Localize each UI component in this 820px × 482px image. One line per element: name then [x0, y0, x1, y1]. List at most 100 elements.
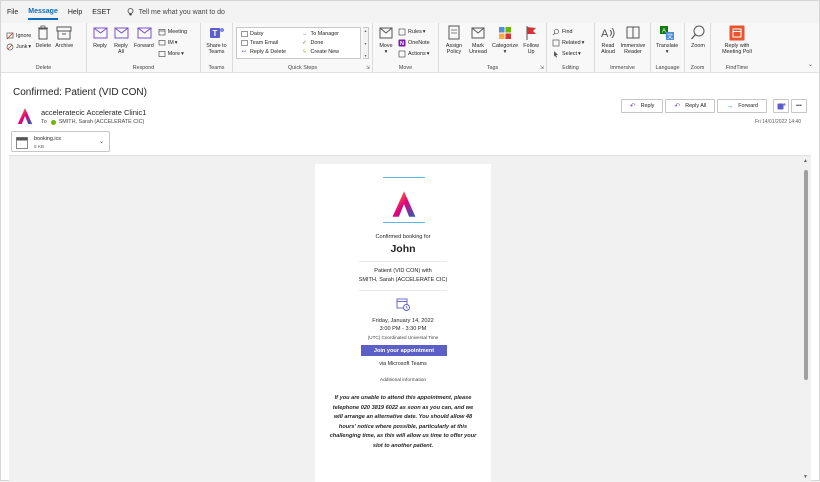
calendar-icon: [158, 28, 166, 36]
related-button[interactable]: Related ▾: [552, 38, 584, 47]
zoom-button[interactable]: Zoom: [690, 25, 706, 49]
rules-label: Rules: [408, 28, 422, 35]
chevron-down-icon[interactable]: ⌄: [99, 138, 104, 145]
tab-eset[interactable]: ESET: [92, 6, 110, 19]
envelope-icon: [240, 30, 248, 38]
quick-steps-scroll[interactable]: ▴ ▾ ▾: [363, 27, 369, 59]
attachment-booking-ics[interactable]: booking.ics 5 KB ⌄: [11, 131, 110, 152]
quick-step-to-manager[interactable]: → To Manager: [301, 29, 358, 38]
group-label-delete: Delete: [35, 65, 52, 71]
quick-step-create-new[interactable]: ϟ Create New: [301, 48, 358, 57]
find-button[interactable]: Find: [552, 27, 584, 36]
reply-all-arrow-icon: ↶: [674, 103, 681, 110]
read-aloud-label: Read Aloud: [601, 43, 615, 55]
junk-button[interactable]: Junk ▾: [6, 42, 31, 51]
rules-button[interactable]: Rules ▾: [398, 27, 430, 36]
recipient-name[interactable]: SMITH, Sarah (ACCELERATE CIC): [59, 119, 145, 125]
group-label-teams: Teams: [208, 65, 225, 71]
related-label: Related: [562, 39, 581, 46]
recipient-line: To SMITH, Sarah (ACCELERATE CIC): [41, 119, 144, 125]
name-divider: [359, 261, 447, 262]
via-teams-label: via Microsoft Teams: [379, 361, 427, 367]
actions-label: Actions: [408, 50, 426, 57]
calendar-clock-icon: [396, 298, 410, 311]
tags-launcher-icon[interactable]: ⇲: [540, 65, 544, 71]
translate-button[interactable]: A文 Translate ▾: [656, 25, 678, 55]
select-button[interactable]: Select ▾: [552, 49, 584, 58]
presence-dot-icon: [50, 119, 56, 125]
mark-unread-button[interactable]: Mark Unread: [468, 25, 488, 55]
read-aloud-button[interactable]: A Read Aloud: [600, 25, 616, 55]
scroll-thumb[interactable]: [804, 170, 808, 380]
more-actions-button[interactable]: •••: [791, 99, 807, 113]
quick-step-done-label: Done: [310, 39, 324, 46]
magnifier-icon: [690, 25, 706, 41]
confirmed-label: Confirmed booking for: [375, 234, 431, 240]
accelerate-logo-icon: [392, 191, 416, 217]
quick-steps-launcher-icon[interactable]: ⇲: [366, 65, 370, 71]
junk-label: Junk: [16, 43, 28, 50]
quick-step-team-email[interactable]: Team Email: [240, 38, 297, 47]
actions-button[interactable]: Actions ▾: [398, 49, 430, 58]
quick-step-team-email-label: Team Email: [250, 39, 279, 46]
share-to-teams-button[interactable]: T Share to Teams: [206, 25, 227, 55]
categorize-button[interactable]: Categorize ▾: [492, 25, 518, 55]
tab-file[interactable]: File: [7, 6, 18, 19]
follow-up-button[interactable]: Follow Up: [522, 25, 540, 55]
delete-button[interactable]: Delete: [35, 25, 51, 49]
im-button[interactable]: IM ▾: [158, 38, 187, 47]
immersive-reader-button[interactable]: Immersive Reader: [620, 25, 646, 55]
move-button[interactable]: Move ▾: [378, 25, 394, 55]
sender-logo-icon: [17, 108, 33, 124]
meeting-label: Meeting: [167, 28, 187, 35]
appointment-date: Friday, January 14, 2022: [372, 318, 434, 324]
more-respond-button[interactable]: More ▾: [158, 49, 187, 58]
reply-with-meeting-poll-button[interactable]: Reply with Meeting Poll: [716, 25, 758, 55]
teams-action-button[interactable]: [773, 99, 789, 113]
quick-step-to-manager-label: To Manager: [310, 30, 339, 37]
tab-message[interactable]: Message: [28, 5, 58, 20]
join-appointment-button[interactable]: Join your appointment: [361, 345, 447, 356]
service-divider: [359, 290, 447, 291]
additional-info-heading: Additional information: [379, 378, 427, 383]
body-scrollbar[interactable]: ▲ ▼: [801, 156, 811, 482]
actions-icon: [398, 50, 406, 58]
scroll-down-icon[interactable]: ▼: [803, 474, 808, 480]
quick-step-daisy[interactable]: Daisy: [240, 29, 297, 38]
forward-action-label: Forward: [738, 103, 758, 109]
scroll-up-icon[interactable]: ▲: [803, 158, 808, 164]
tab-help[interactable]: Help: [68, 6, 82, 19]
onenote-button[interactable]: N OneNote: [398, 38, 430, 47]
attachment-size: 5 KB: [34, 144, 44, 149]
forward-button[interactable]: Forward: [134, 25, 154, 49]
envelope-unread-icon: [470, 25, 486, 41]
message-actions: ↶ Reply ↶ Reply All → Forward •••: [619, 99, 807, 113]
ribbon-collapse-icon[interactable]: ⌄: [808, 61, 813, 68]
reply-all-action-button[interactable]: ↶ Reply All: [665, 99, 716, 113]
assign-policy-button[interactable]: Assign Policy: [444, 25, 464, 55]
categorize-icon: [497, 25, 513, 41]
quick-step-reply-delete[interactable]: ↩ Reply & Delete: [240, 48, 297, 57]
reply-icon: [92, 25, 108, 41]
sender-name[interactable]: acceleratecic Accelerate Clinic1: [41, 108, 146, 117]
group-label-quick-steps: Quick Steps: [287, 65, 318, 71]
to-prefix: To: [41, 119, 47, 125]
flag-icon: [523, 25, 539, 41]
reply-all-button[interactable]: Reply All: [112, 25, 130, 55]
quick-step-done[interactable]: ✓ Done: [301, 38, 358, 47]
forward-action-button[interactable]: → Forward: [717, 99, 767, 113]
move-icon: [378, 25, 394, 41]
appointment-timezone: (UTC) Coordinated Universal Time: [367, 335, 439, 340]
menu-bar: File Message Help ESET Tell me what you …: [1, 1, 819, 23]
translate-icon: A文: [659, 25, 675, 41]
meeting-button[interactable]: Meeting: [158, 27, 187, 36]
tell-me-box[interactable]: Tell me what you want to do: [127, 8, 225, 16]
archive-button[interactable]: Archive: [55, 25, 73, 49]
message-body: Confirmed booking for John Patient (VID …: [9, 155, 811, 482]
reply-action-button[interactable]: ↶ Reply: [620, 99, 664, 113]
archive-label: Archive: [55, 43, 74, 49]
ignore-button[interactable]: Ignore: [6, 31, 31, 40]
ribbon-group-respond: Reply Reply All Forward Meeting IM ▾ Mor…: [87, 23, 201, 73]
lightning-icon: ϟ: [303, 49, 306, 56]
reply-button[interactable]: Reply: [92, 25, 108, 49]
